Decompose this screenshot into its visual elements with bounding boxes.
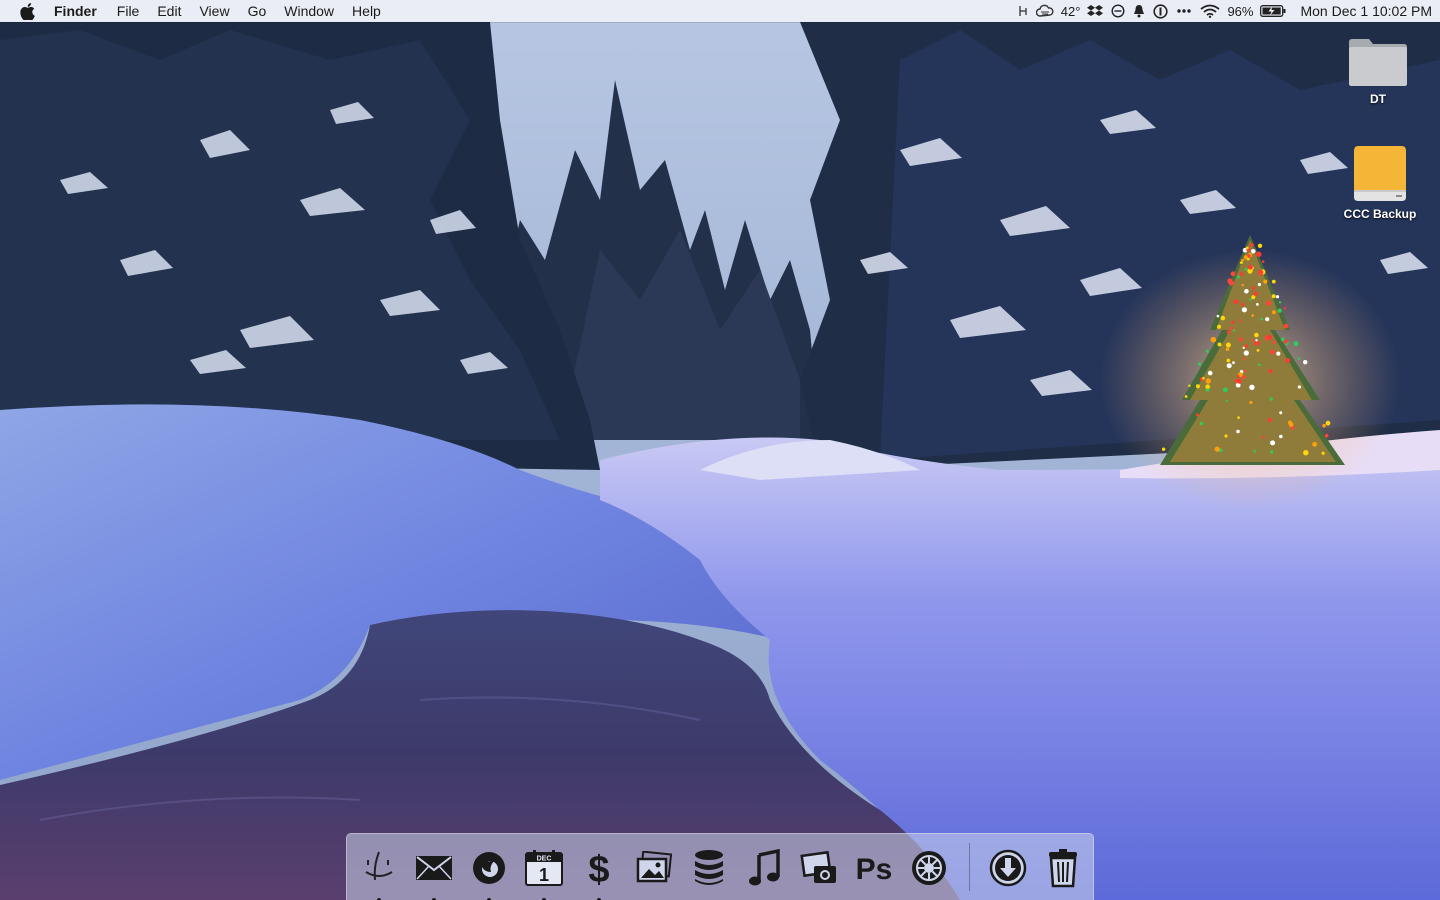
dock-item-system-preferences[interactable]: [905, 844, 953, 892]
app-menu-finder[interactable]: Finder: [54, 0, 106, 22]
photoshop-label: Ps: [856, 853, 893, 886]
dock-item-database[interactable]: [685, 844, 733, 892]
dock-item-money[interactable]: $: [575, 844, 623, 900]
marker-icon[interactable]: [1018, 0, 1028, 22]
weather-icon[interactable]: [1035, 0, 1054, 22]
menu-edit[interactable]: Edit: [148, 0, 190, 22]
menubar-clock[interactable]: Mon Dec 1 10:02 PM: [1300, 3, 1432, 19]
trash-icon: [1049, 849, 1077, 888]
dollar-icon: $: [588, 849, 609, 888]
more-icon[interactable]: [1176, 0, 1192, 22]
calendar-day: 1: [539, 865, 549, 885]
menu-help[interactable]: Help: [343, 0, 390, 22]
apple-menu-icon[interactable]: [20, 2, 36, 20]
desktop-icon-label: DT: [1370, 92, 1386, 106]
dock-item-calendar[interactable]: DEC 1: [520, 844, 568, 900]
dock-item-music[interactable]: [740, 844, 788, 892]
dock-item-finder[interactable]: [355, 844, 403, 900]
notification-bell-icon[interactable]: [1133, 0, 1145, 22]
music-note-icon: [749, 849, 780, 886]
firefox-icon: [473, 852, 505, 884]
calendar-icon: DEC 1: [525, 850, 563, 886]
menu-bar: Finder File Edit View Go Window Help 42°: [0, 0, 1440, 22]
battery-percent-text[interactable]: 96%: [1227, 4, 1253, 19]
photoshop-icon: Ps: [856, 853, 893, 886]
desktop-icon-label: CCC Backup: [1343, 207, 1417, 221]
desktop-icon-ccc-backup[interactable]: CCC Backup: [1330, 143, 1430, 221]
dock-item-firefox[interactable]: [465, 844, 513, 900]
calendar-month: DEC: [537, 856, 552, 863]
wifi-icon[interactable]: [1200, 0, 1221, 22]
desktop-icon-dt[interactable]: DT: [1328, 36, 1428, 106]
finder-icon: [365, 851, 393, 881]
dropbox-icon[interactable]: [1087, 0, 1104, 22]
menu-window[interactable]: Window: [275, 0, 343, 22]
dock-item-photoshop[interactable]: Ps: [850, 844, 898, 892]
mail-icon: [416, 856, 452, 880]
desktop-wallpaper: [0, 0, 1440, 900]
downloads-icon: [989, 849, 1027, 887]
svg-text:$: $: [588, 849, 609, 888]
dock-item-image-capture[interactable]: [795, 844, 843, 892]
gear-icon: [912, 851, 946, 885]
folder-icon: [1349, 39, 1407, 86]
dock: DEC 1 $ Ps: [346, 833, 1094, 900]
temperature-text[interactable]: 42°: [1061, 4, 1081, 19]
battery-charging-icon[interactable]: [1260, 0, 1286, 22]
dock-item-trash[interactable]: [1039, 844, 1087, 892]
dock-item-mail[interactable]: [410, 844, 458, 900]
onepassword-icon[interactable]: [1153, 0, 1169, 22]
menu-view[interactable]: View: [190, 0, 238, 22]
dock-item-preview[interactable]: [630, 844, 678, 892]
menu-go[interactable]: Go: [239, 0, 276, 22]
database-icon: [695, 850, 723, 885]
external-drive-icon: [1354, 146, 1406, 201]
dock-separator: [969, 843, 970, 891]
camera-icon: [800, 850, 836, 883]
dock-item-downloads[interactable]: [984, 844, 1032, 892]
photos-icon: [636, 851, 672, 883]
sync-icon[interactable]: [1111, 0, 1125, 22]
menu-file[interactable]: File: [108, 0, 149, 22]
